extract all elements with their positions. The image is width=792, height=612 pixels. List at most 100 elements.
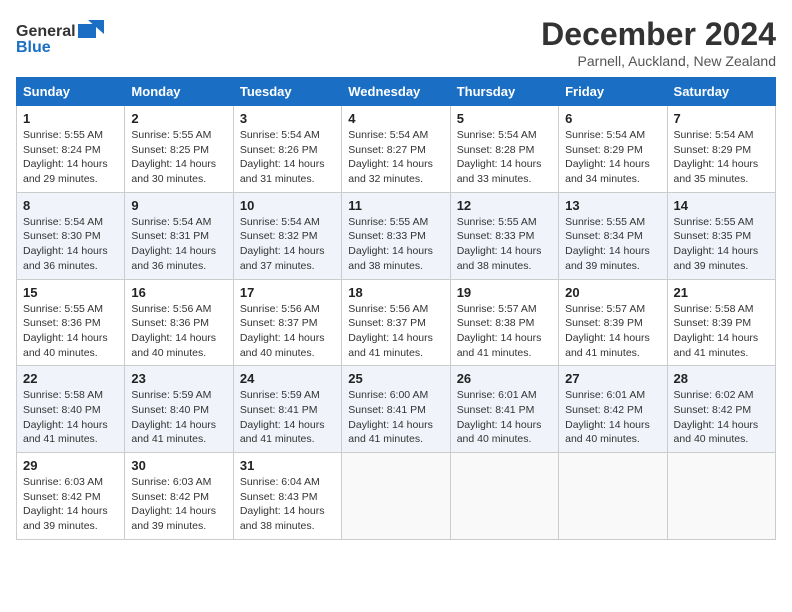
day-number: 11 xyxy=(348,198,443,213)
day-number: 7 xyxy=(674,111,769,126)
day-number: 16 xyxy=(131,285,226,300)
title-block: December 2024 Parnell, Auckland, New Zea… xyxy=(541,16,776,69)
calendar-cell: 16 Sunrise: 5:56 AM Sunset: 8:36 PM Dayli… xyxy=(125,279,233,366)
day-number: 23 xyxy=(131,371,226,386)
day-info: Sunrise: 6:03 AM Sunset: 8:42 PM Dayligh… xyxy=(131,475,226,534)
day-number: 10 xyxy=(240,198,335,213)
day-number: 14 xyxy=(674,198,769,213)
calendar-week-row: 22 Sunrise: 5:58 AM Sunset: 8:40 PM Dayli… xyxy=(17,366,776,453)
day-info: Sunrise: 5:54 AM Sunset: 8:28 PM Dayligh… xyxy=(457,128,552,187)
location: Parnell, Auckland, New Zealand xyxy=(541,53,776,69)
day-info: Sunrise: 6:04 AM Sunset: 8:43 PM Dayligh… xyxy=(240,475,335,534)
day-number: 18 xyxy=(348,285,443,300)
calendar-cell: 1 Sunrise: 5:55 AM Sunset: 8:24 PM Daylig… xyxy=(17,106,125,193)
day-info: Sunrise: 5:54 AM Sunset: 8:27 PM Dayligh… xyxy=(348,128,443,187)
day-info: Sunrise: 6:03 AM Sunset: 8:42 PM Dayligh… xyxy=(23,475,118,534)
calendar-cell: 3 Sunrise: 5:54 AM Sunset: 8:26 PM Daylig… xyxy=(233,106,341,193)
calendar-cell xyxy=(342,453,450,540)
day-info: Sunrise: 5:54 AM Sunset: 8:26 PM Dayligh… xyxy=(240,128,335,187)
day-number: 1 xyxy=(23,111,118,126)
calendar-cell: 7 Sunrise: 5:54 AM Sunset: 8:29 PM Daylig… xyxy=(667,106,775,193)
calendar-cell: 14 Sunrise: 5:55 AM Sunset: 8:35 PM Dayli… xyxy=(667,192,775,279)
month-title: December 2024 xyxy=(541,16,776,53)
svg-text:General: General xyxy=(16,23,76,40)
day-number: 2 xyxy=(131,111,226,126)
calendar-cell: 31 Sunrise: 6:04 AM Sunset: 8:43 PM Dayli… xyxy=(233,453,341,540)
column-header-friday: Friday xyxy=(559,78,667,106)
calendar-cell: 9 Sunrise: 5:54 AM Sunset: 8:31 PM Daylig… xyxy=(125,192,233,279)
day-info: Sunrise: 5:54 AM Sunset: 8:31 PM Dayligh… xyxy=(131,215,226,274)
day-number: 12 xyxy=(457,198,552,213)
calendar-cell: 23 Sunrise: 5:59 AM Sunset: 8:40 PM Dayli… xyxy=(125,366,233,453)
column-header-wednesday: Wednesday xyxy=(342,78,450,106)
day-info: Sunrise: 5:57 AM Sunset: 8:39 PM Dayligh… xyxy=(565,302,660,361)
day-number: 24 xyxy=(240,371,335,386)
day-info: Sunrise: 5:55 AM Sunset: 8:33 PM Dayligh… xyxy=(457,215,552,274)
page-header: General Blue December 2024 Parnell, Auck… xyxy=(16,16,776,69)
calendar-cell xyxy=(559,453,667,540)
day-number: 6 xyxy=(565,111,660,126)
day-number: 3 xyxy=(240,111,335,126)
day-info: Sunrise: 6:02 AM Sunset: 8:42 PM Dayligh… xyxy=(674,388,769,447)
column-header-saturday: Saturday xyxy=(667,78,775,106)
day-info: Sunrise: 6:01 AM Sunset: 8:41 PM Dayligh… xyxy=(457,388,552,447)
calendar-cell: 4 Sunrise: 5:54 AM Sunset: 8:27 PM Daylig… xyxy=(342,106,450,193)
calendar-table: SundayMondayTuesdayWednesdayThursdayFrid… xyxy=(16,77,776,540)
calendar-cell: 17Sunrise: 5:56 AM Sunset: 8:37 PM Dayli… xyxy=(233,279,341,366)
day-info: Sunrise: 5:55 AM Sunset: 8:33 PM Dayligh… xyxy=(348,215,443,274)
calendar-week-row: 8 Sunrise: 5:54 AM Sunset: 8:30 PM Daylig… xyxy=(17,192,776,279)
day-info: Sunrise: 6:01 AM Sunset: 8:42 PM Dayligh… xyxy=(565,388,660,447)
day-number: 13 xyxy=(565,198,660,213)
day-info: Sunrise: 5:58 AM Sunset: 8:40 PM Dayligh… xyxy=(23,388,118,447)
calendar-cell: 27 Sunrise: 6:01 AM Sunset: 8:42 PM Dayli… xyxy=(559,366,667,453)
day-info: Sunrise: 5:55 AM Sunset: 8:35 PM Dayligh… xyxy=(674,215,769,274)
column-header-thursday: Thursday xyxy=(450,78,558,106)
calendar-cell: 28Sunrise: 6:02 AM Sunset: 8:42 PM Dayli… xyxy=(667,366,775,453)
column-header-tuesday: Tuesday xyxy=(233,78,341,106)
day-number: 5 xyxy=(457,111,552,126)
day-info: Sunrise: 5:54 AM Sunset: 8:29 PM Dayligh… xyxy=(674,128,769,187)
calendar-cell: 11 Sunrise: 5:55 AM Sunset: 8:33 PM Dayli… xyxy=(342,192,450,279)
day-info: Sunrise: 5:55 AM Sunset: 8:25 PM Dayligh… xyxy=(131,128,226,187)
day-number: 4 xyxy=(348,111,443,126)
day-number: 21 xyxy=(674,285,769,300)
calendar-cell: 12 Sunrise: 5:55 AM Sunset: 8:33 PM Dayli… xyxy=(450,192,558,279)
logo: General Blue xyxy=(16,16,106,58)
day-info: Sunrise: 5:55 AM Sunset: 8:24 PM Dayligh… xyxy=(23,128,118,187)
day-info: Sunrise: 5:59 AM Sunset: 8:40 PM Dayligh… xyxy=(131,388,226,447)
calendar-cell: 10 Sunrise: 5:54 AM Sunset: 8:32 PM Dayli… xyxy=(233,192,341,279)
calendar-cell: 19Sunrise: 5:57 AM Sunset: 8:38 PM Dayli… xyxy=(450,279,558,366)
day-info: Sunrise: 5:56 AM Sunset: 8:36 PM Dayligh… xyxy=(131,302,226,361)
day-info: Sunrise: 5:55 AM Sunset: 8:36 PM Dayligh… xyxy=(23,302,118,361)
day-info: Sunrise: 5:58 AM Sunset: 8:39 PM Dayligh… xyxy=(674,302,769,361)
day-number: 27 xyxy=(565,371,660,386)
calendar-header-row: SundayMondayTuesdayWednesdayThursdayFrid… xyxy=(17,78,776,106)
day-info: Sunrise: 5:56 AM Sunset: 8:37 PM Dayligh… xyxy=(348,302,443,361)
calendar-cell: 15 Sunrise: 5:55 AM Sunset: 8:36 PM Dayli… xyxy=(17,279,125,366)
day-number: 29 xyxy=(23,458,118,473)
calendar-cell: 22 Sunrise: 5:58 AM Sunset: 8:40 PM Dayli… xyxy=(17,366,125,453)
day-number: 9 xyxy=(131,198,226,213)
day-info: Sunrise: 5:57 AM Sunset: 8:38 PM Dayligh… xyxy=(457,302,552,361)
calendar-cell: 25Sunrise: 6:00 AM Sunset: 8:41 PM Dayli… xyxy=(342,366,450,453)
calendar-week-row: 29 Sunrise: 6:03 AM Sunset: 8:42 PM Dayli… xyxy=(17,453,776,540)
day-info: Sunrise: 5:59 AM Sunset: 8:41 PM Dayligh… xyxy=(240,388,335,447)
day-info: Sunrise: 5:54 AM Sunset: 8:32 PM Dayligh… xyxy=(240,215,335,274)
day-info: Sunrise: 5:54 AM Sunset: 8:30 PM Dayligh… xyxy=(23,215,118,274)
day-number: 20 xyxy=(565,285,660,300)
day-number: 22 xyxy=(23,371,118,386)
svg-text:Blue: Blue xyxy=(16,39,51,56)
calendar-cell: 20 Sunrise: 5:57 AM Sunset: 8:39 PM Dayli… xyxy=(559,279,667,366)
day-number: 31 xyxy=(240,458,335,473)
day-number: 8 xyxy=(23,198,118,213)
calendar-cell: 26 Sunrise: 6:01 AM Sunset: 8:41 PM Dayli… xyxy=(450,366,558,453)
day-number: 15 xyxy=(23,285,118,300)
calendar-cell: 18 Sunrise: 5:56 AM Sunset: 8:37 PM Dayli… xyxy=(342,279,450,366)
calendar-cell xyxy=(450,453,558,540)
calendar-cell: 8 Sunrise: 5:54 AM Sunset: 8:30 PM Daylig… xyxy=(17,192,125,279)
column-header-sunday: Sunday xyxy=(17,78,125,106)
calendar-week-row: 1 Sunrise: 5:55 AM Sunset: 8:24 PM Daylig… xyxy=(17,106,776,193)
day-number: 26 xyxy=(457,371,552,386)
logo-svg: General Blue xyxy=(16,16,106,58)
calendar-cell: 2 Sunrise: 5:55 AM Sunset: 8:25 PM Daylig… xyxy=(125,106,233,193)
